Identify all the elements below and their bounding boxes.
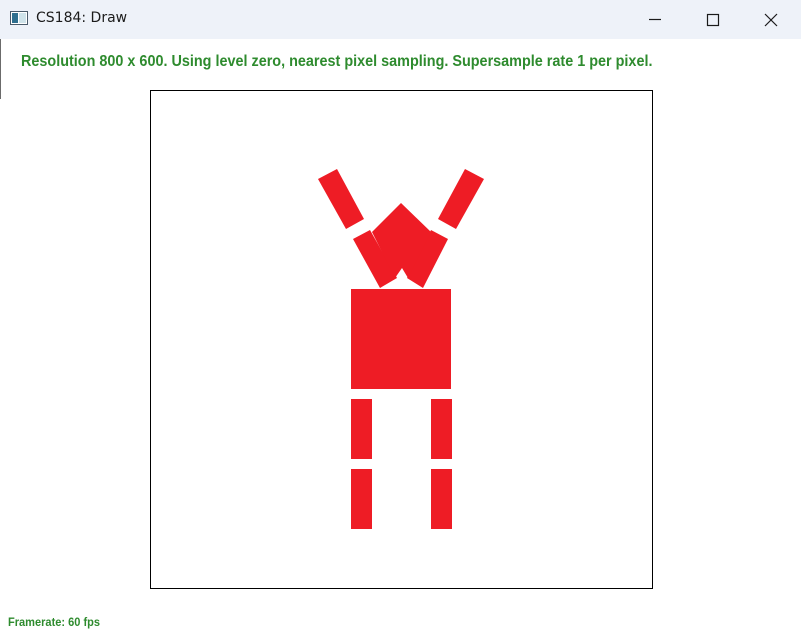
right-shin [431,469,452,529]
left-thigh [351,399,372,459]
minimize-button[interactable] [627,0,683,39]
left-shin [351,469,372,529]
title-bar[interactable]: CS184: Draw [0,0,801,39]
window-title: CS184: Draw [36,10,128,26]
drawing-svg [318,169,484,529]
window-edge [0,39,1,99]
right-thigh [431,399,452,459]
drawing-canvas[interactable] [150,90,653,589]
status-message: Resolution 800 x 600. Using level zero, … [21,53,653,70]
close-icon [764,13,778,27]
close-button[interactable] [743,0,799,39]
app-window: CS184: Draw Resolution 800 x 600. Using … [0,0,801,639]
maximize-icon [706,13,720,27]
left-forearm [318,169,364,229]
maximize-button[interactable] [685,0,741,39]
minimize-icon [649,18,661,21]
app-window-icon [10,11,28,25]
torso [351,289,451,389]
right-forearm [438,169,484,229]
framerate-label: Framerate: 60 fps [8,615,101,629]
